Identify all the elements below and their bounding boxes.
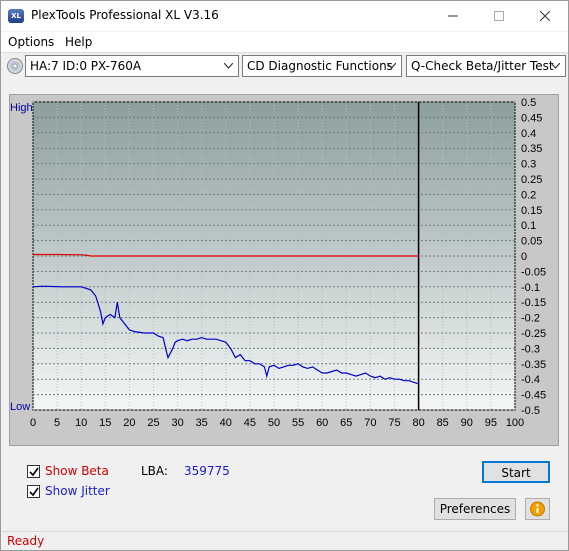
checkmark-icon (29, 467, 39, 476)
checkbox-box[interactable] (27, 464, 40, 478)
y-tick-label: 0.05 (521, 236, 542, 248)
lba-label: LBA: (141, 464, 168, 478)
chevron-down-icon (224, 63, 233, 69)
y-tick-label: -0.45 (521, 390, 546, 402)
lba-value: 359775 (184, 464, 230, 478)
show-jitter-checkbox[interactable]: Show Jitter (27, 484, 110, 498)
x-tick-label: 95 (485, 417, 497, 429)
start-button[interactable]: Start (482, 461, 550, 483)
chevron-down-icon (387, 63, 396, 69)
y-tick-label: 0.3 (521, 159, 536, 171)
x-tick-label: 0 (30, 417, 36, 429)
x-tick-label: 15 (99, 417, 111, 429)
maximize-icon (494, 11, 504, 21)
y-tick-label: -0.5 (521, 405, 540, 417)
chart-panel: 0 5 10 15 20 25 30 35 40 45 50 55 60 65 70 75 80 85 90 95 10… (9, 94, 559, 446)
y-tick-label: -0.1 (521, 282, 540, 294)
status-bar: Ready (2, 531, 568, 550)
status-text: Ready (7, 534, 45, 548)
y-tick-label: 0.1 (521, 220, 536, 232)
x-tick-label: 30 (171, 417, 183, 429)
y-tick-label: 0 (521, 251, 527, 263)
beta-jitter-chart: 0 5 10 15 20 25 30 35 40 45 50 55 60 65 70 75 80 85 90 95 10… (10, 97, 546, 429)
app-logo-icon: XL (8, 9, 24, 23)
y-tick-label: 0.35 (521, 143, 542, 155)
y-tick-label: 0.4 (521, 128, 536, 140)
y-tick-label: -0.35 (521, 359, 546, 371)
x-tick-label: 60 (316, 417, 328, 429)
y-tick-label: 0.25 (521, 174, 542, 186)
x-tick-label: 55 (292, 417, 304, 429)
info-icon (530, 501, 545, 517)
main-window: XL PlexTools Professional XL V3.16 Optio… (0, 0, 569, 551)
axis-high-label: High (10, 102, 33, 114)
show-beta-label: Show Beta (45, 464, 109, 478)
info-button[interactable] (525, 498, 550, 520)
x-tick-label: 40 (220, 417, 232, 429)
x-tick-label: 10 (75, 417, 87, 429)
x-tick-label: 90 (461, 417, 473, 429)
x-tick-label: 100 (506, 417, 524, 429)
y-tick-label: -0.05 (521, 266, 546, 278)
y-tick-label: 0.5 (521, 97, 536, 109)
title-bar: XL PlexTools Professional XL V3.16 (1, 1, 568, 31)
window-title: PlexTools Professional XL V3.16 (31, 8, 219, 22)
x-tick-label: 75 (388, 417, 400, 429)
controls-panel: Show Beta Show Jitter LBA: 359775 Start … (9, 454, 559, 524)
show-jitter-label: Show Jitter (45, 484, 110, 498)
menu-help[interactable]: Help (65, 35, 92, 49)
menu-options[interactable]: Options (8, 35, 54, 49)
x-tick-label: 65 (340, 417, 352, 429)
checkbox-box[interactable] (27, 484, 40, 498)
preferences-button[interactable]: Preferences (434, 498, 516, 520)
x-tick-label: 5 (54, 417, 60, 429)
x-tick-label: 35 (196, 417, 208, 429)
test-select-value: Q-Check Beta/Jitter Test (411, 59, 554, 73)
drive-select-value: HA:7 ID:0 PX-760A (30, 59, 142, 73)
y-tick-label: -0.3 (521, 343, 540, 355)
x-tick-label: 50 (268, 417, 280, 429)
x-tick-label: 20 (123, 417, 135, 429)
axis-low-label: Low (10, 401, 30, 413)
toolbar-separator (1, 52, 568, 53)
close-button[interactable] (522, 1, 568, 31)
close-icon (540, 11, 550, 21)
minimize-button[interactable] (430, 1, 476, 31)
x-tick-label: 80 (412, 417, 424, 429)
y-tick-label: -0.25 (521, 328, 546, 340)
function-select-value: CD Diagnostic Functions (247, 59, 393, 73)
maximize-button[interactable] (476, 1, 522, 31)
disc-icon (7, 58, 23, 77)
minimize-icon (448, 15, 458, 17)
y-tick-label: 0.45 (521, 112, 542, 124)
y-tick-label: -0.4 (521, 374, 540, 386)
y-tick-label: 0.15 (521, 205, 542, 217)
y-tick-label: 0.2 (521, 189, 536, 201)
checkmark-icon (29, 487, 39, 496)
y-tick-label: -0.2 (521, 313, 540, 325)
x-tick-label: 70 (364, 417, 376, 429)
chevron-down-icon (551, 63, 560, 69)
test-select[interactable]: Q-Check Beta/Jitter Test (406, 55, 566, 77)
show-beta-checkbox[interactable]: Show Beta (27, 464, 109, 478)
function-select[interactable]: CD Diagnostic Functions (242, 55, 402, 77)
y-tick-label: -0.15 (521, 297, 546, 309)
drive-select[interactable]: HA:7 ID:0 PX-760A (25, 55, 239, 77)
x-tick-label: 25 (147, 417, 159, 429)
x-tick-label: 45 (244, 417, 256, 429)
x-tick-label: 85 (437, 417, 449, 429)
menu-bar: Options Help (1, 32, 568, 52)
